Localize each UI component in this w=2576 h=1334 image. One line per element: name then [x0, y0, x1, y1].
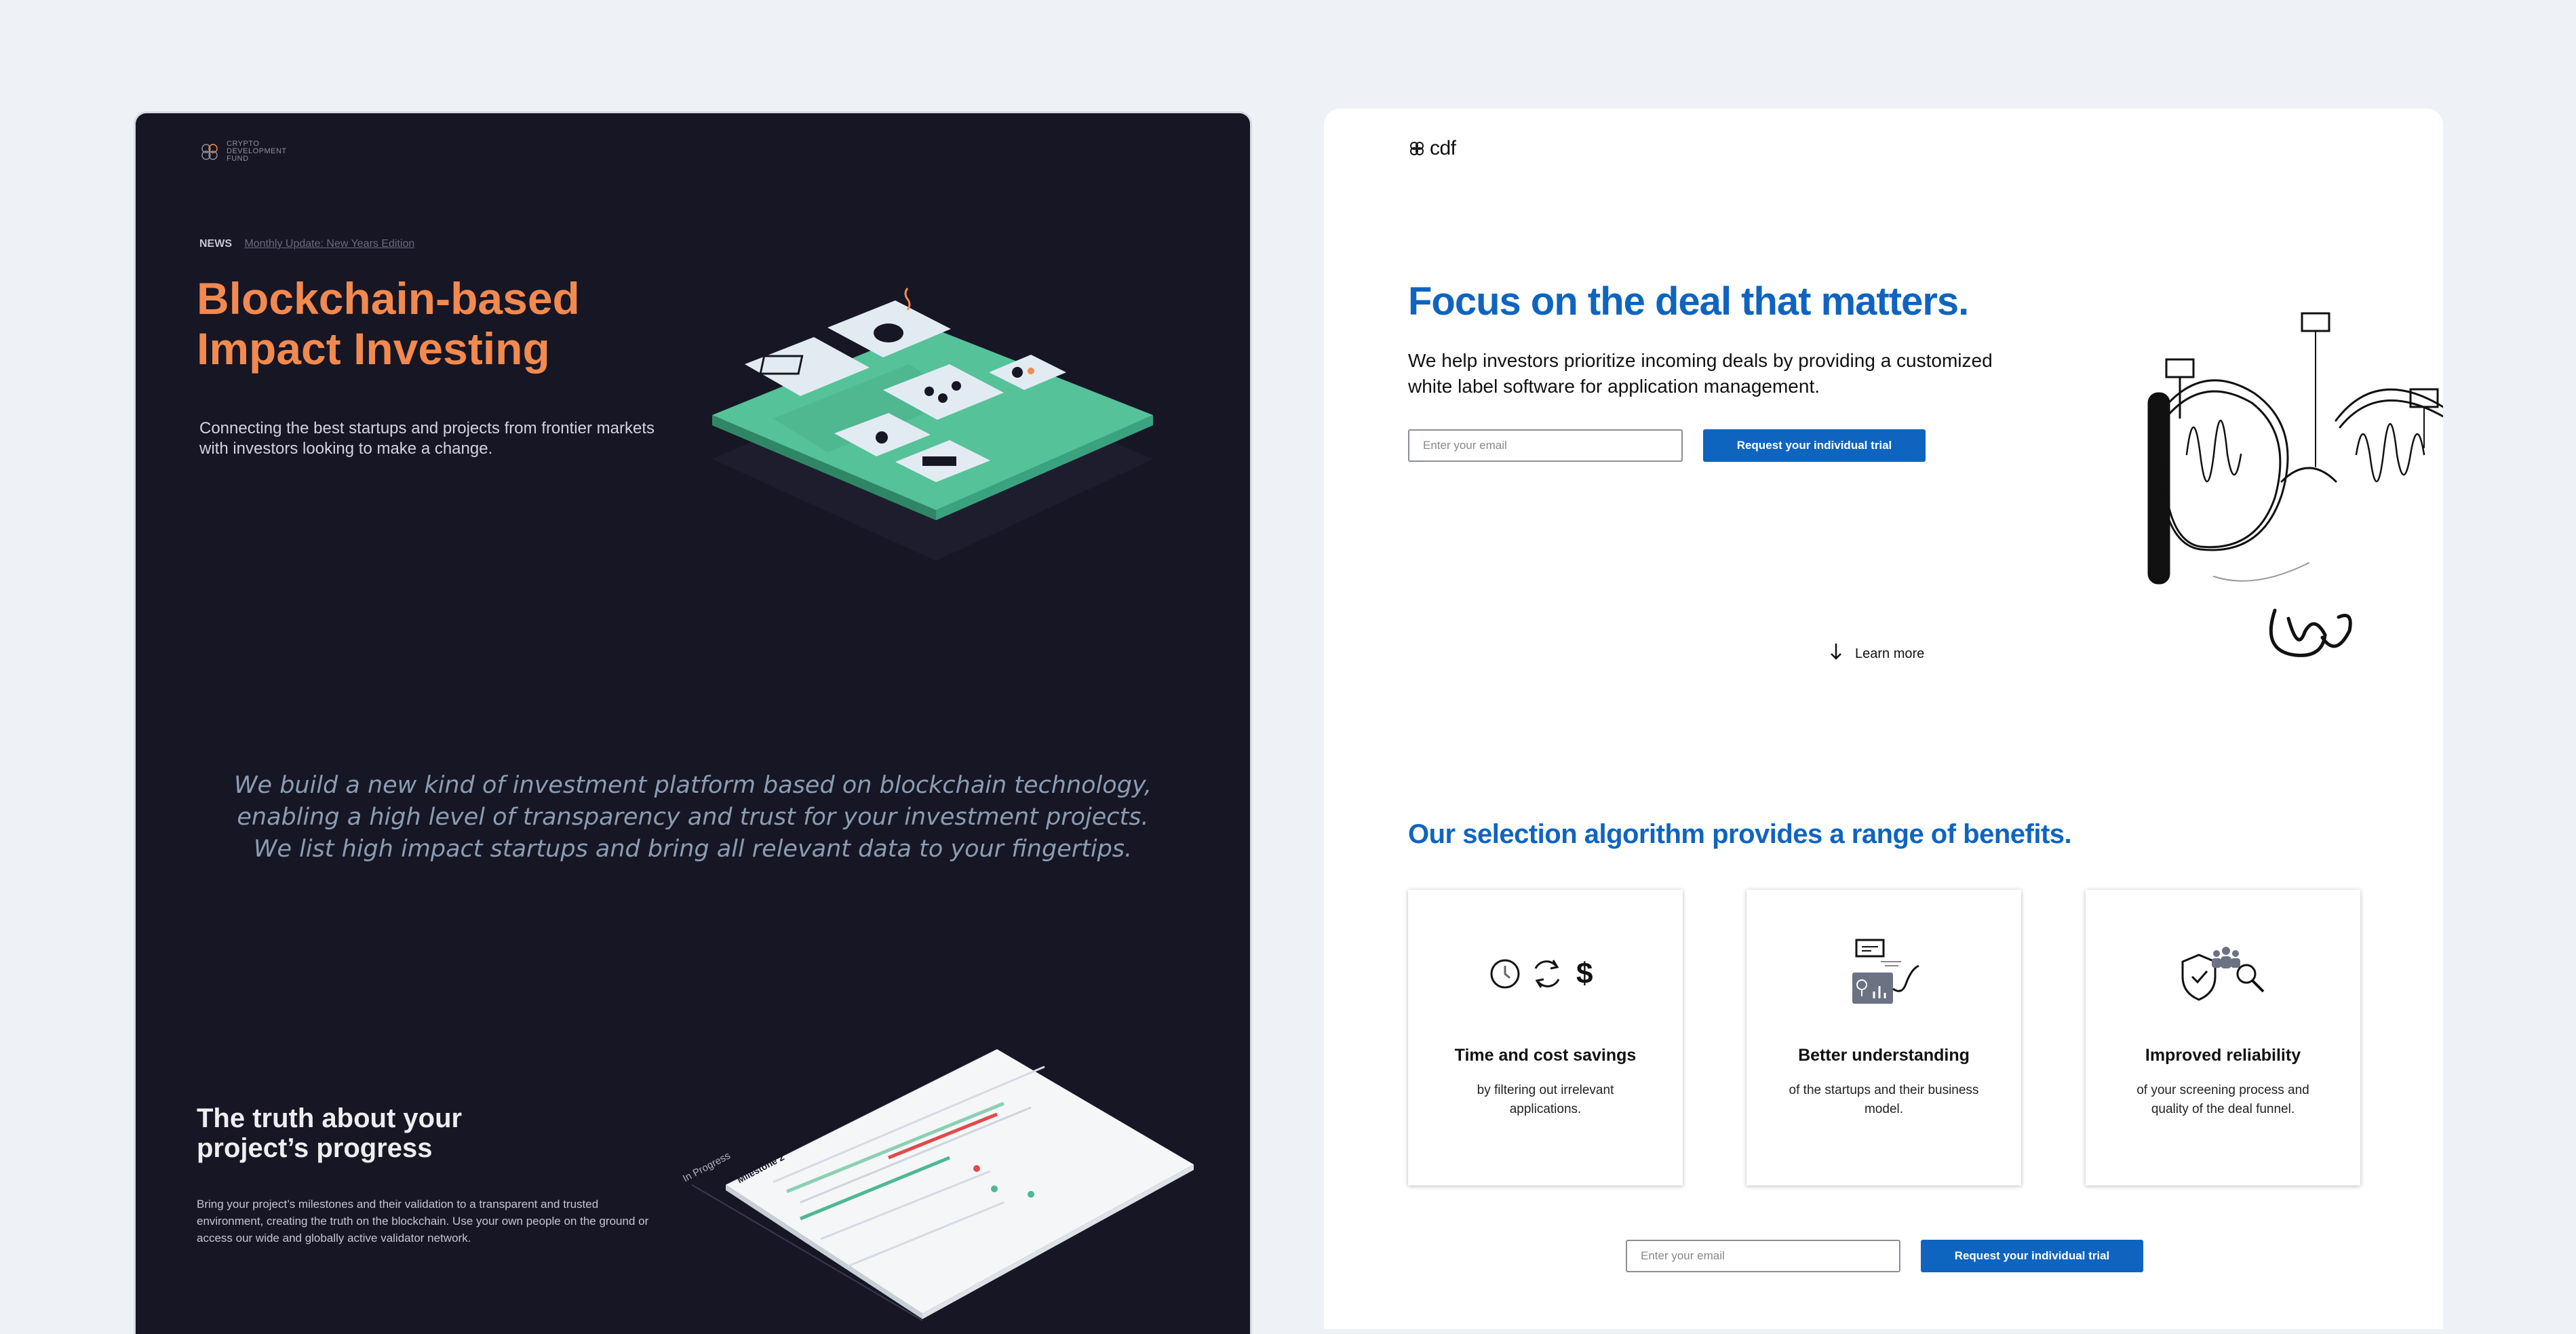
benefit-card-time: $ Time and cost savings by filtering out… [1408, 890, 1683, 1185]
dollar-icon: $ [1576, 957, 1593, 990]
time-cost-icons: $ [1490, 957, 1593, 990]
mission-quote: We build a new kind of investment platfo… [233, 772, 1152, 863]
learn-more-link[interactable]: Learn more [1829, 642, 1924, 665]
arrow-down-icon [1829, 642, 1843, 665]
section-title-line1: The truth about your [197, 1103, 463, 1133]
benefit-card-reliability: Improved reliability of your screening p… [2086, 890, 2360, 1185]
card-icons [1746, 935, 2021, 1009]
right-site-preview: cdf Focus on the deal that matters. We h… [1324, 109, 2443, 1329]
analytics-icon [1852, 939, 1919, 1004]
mock-status-label: In Progress [681, 1150, 733, 1185]
clock-icon [1490, 959, 1519, 989]
bottom-trial-button[interactable]: Request your individual trial [1921, 1240, 2143, 1272]
refresh-icon [1534, 960, 1559, 988]
news-bar: NEWS Monthly Update: New Years Edition [199, 238, 414, 250]
left-title-line2: Impact Investing [197, 323, 550, 374]
section-title: The truth about your project’s progress [197, 1103, 536, 1163]
cdf-mark-icon [201, 143, 218, 160]
news-tag: NEWS [199, 238, 232, 250]
section-title-line2: project’s progress [197, 1133, 433, 1163]
benefit-card-understanding: Better understanding of the startups and… [1746, 890, 2021, 1185]
hero-title: Focus on the deal that matters. [1408, 279, 1969, 323]
left-logo-text: Crypto Development Fund [227, 140, 287, 163]
hero-email-input[interactable] [1408, 429, 1683, 462]
glasses-sketch-illustration [2147, 312, 2443, 657]
learn-more-label: Learn more [1855, 646, 1925, 661]
cdf-mark-icon [1410, 142, 1424, 155]
magnifier-icon [2236, 964, 2264, 993]
cdf-logo[interactable]: cdf [1408, 137, 1456, 160]
left-hero-title: Blockchain-based Impact Investing [197, 273, 671, 374]
card-icons: $ [1408, 935, 1683, 1009]
card-description: by filtering out irrelevant applications… [1477, 1083, 1614, 1116]
milestone-document-mockup: In Progress Milestone 2 [681, 1049, 1194, 1321]
cdf-logo-text: cdf [1430, 137, 1456, 159]
hero-trial-button[interactable]: Request your individual trial [1703, 429, 1926, 462]
news-link[interactable]: Monthly Update: New Years Edition [244, 238, 414, 250]
card-description: of your screening process and quality of… [2136, 1083, 2309, 1116]
bottom-email-input[interactable] [1626, 1240, 1900, 1272]
left-logo[interactable]: Crypto Development Fund [199, 140, 288, 163]
team-icon [2211, 947, 2240, 968]
left-site-preview: Crypto Development Fund NEWS Monthly Upd… [136, 113, 1250, 1334]
card-icons [2086, 935, 2360, 1009]
section-body: Bring your project’s milestones and thei… [197, 1198, 649, 1244]
shield-check-icon [2181, 954, 2216, 1001]
card-title: Time and cost savings [1454, 1046, 1637, 1065]
isometric-projects-illustration [712, 288, 1153, 561]
left-title-line1: Blockchain-based [197, 273, 580, 323]
card-title: Improved reliability [2145, 1046, 2301, 1065]
benefits-title: Our selection algorithm provides a range… [1408, 819, 2072, 849]
left-hero-subtitle: Connecting the best startups and project… [199, 419, 655, 458]
card-description: of the startups and their business model… [1789, 1083, 1979, 1116]
reliability-icons [2181, 947, 2264, 1001]
hero-subtitle: We help investors prioritize incoming de… [1408, 350, 1993, 397]
card-title: Better understanding [1798, 1046, 1970, 1065]
